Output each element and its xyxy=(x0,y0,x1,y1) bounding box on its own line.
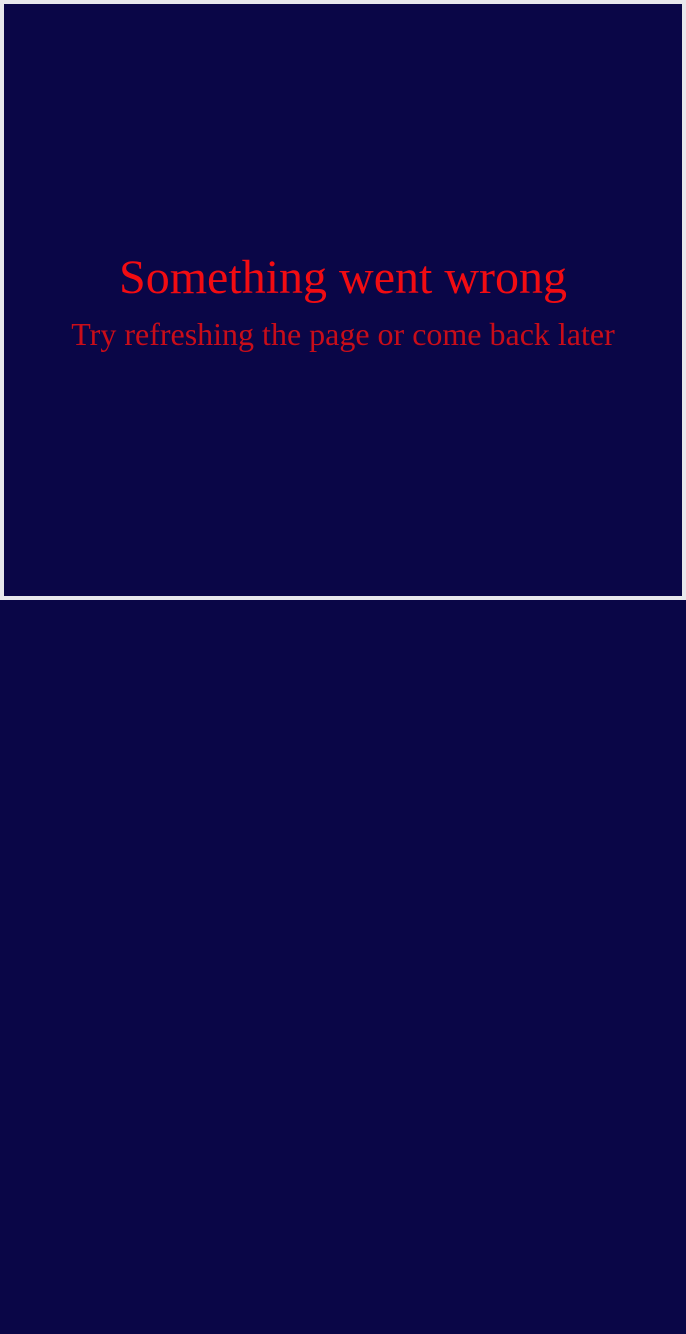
error-title: Something went wrong xyxy=(119,251,567,304)
error-frame: Something went wrong Try refreshing the … xyxy=(0,0,686,600)
error-message: Try refreshing the page or come back lat… xyxy=(71,316,615,352)
error-panel: Something went wrong Try refreshing the … xyxy=(4,4,682,596)
empty-content-area xyxy=(0,600,686,1334)
